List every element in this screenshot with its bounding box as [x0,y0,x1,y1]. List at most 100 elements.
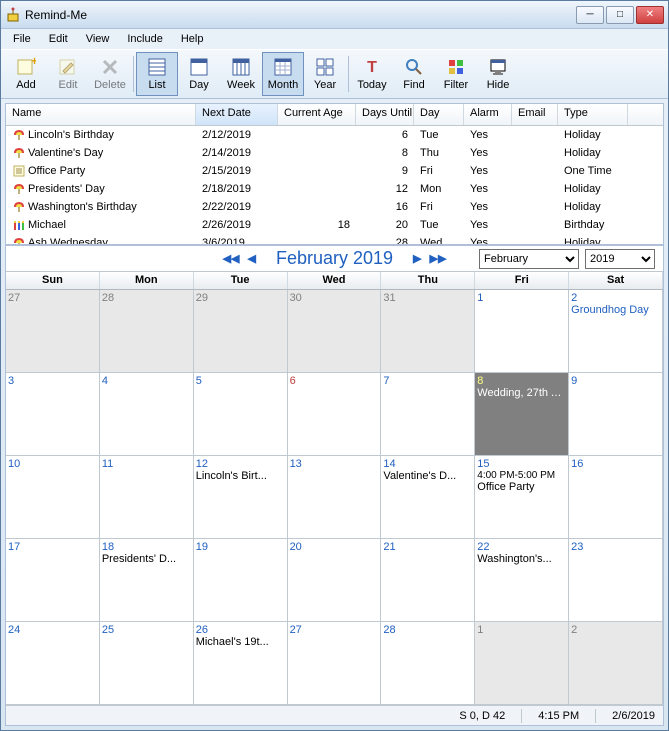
calendar-event[interactable]: Wedding, 27th Anniversary [477,387,566,399]
menu-view[interactable]: View [78,31,118,47]
menu-file[interactable]: File [5,31,39,47]
calendar-cell[interactable]: 2Groundhog Day [569,290,663,373]
calendar-cell[interactable]: 17 [6,539,100,622]
calendar-cell[interactable]: 27 [288,622,382,705]
titlebar[interactable]: Remind-Me ─ □ ✕ [1,1,668,29]
list-row[interactable]: Ash Wednesday3/6/201928WedYesHoliday [6,234,663,244]
calendar-event[interactable]: Washington's... [477,553,566,565]
year-select[interactable]: 2019 [585,249,655,269]
window-title: Remind-Me [25,8,576,22]
month-icon [273,57,293,77]
calendar-cell[interactable]: 30 [288,290,382,373]
calendar-cell[interactable]: 25 [100,622,194,705]
column-email[interactable]: Email [512,104,558,125]
maximize-button[interactable]: □ [606,6,634,24]
week-button[interactable]: Week [220,52,262,96]
calendar-cell[interactable]: 24 [6,622,100,705]
calendar-cell[interactable]: 22Washington's... [475,539,569,622]
calendar-cell[interactable]: 19 [194,539,288,622]
calendar-cell[interactable]: 28 [381,622,475,705]
day-header-tue: Tue [194,272,288,289]
calendar-cell[interactable]: 21 [381,539,475,622]
note-icon [12,164,26,178]
menu-edit[interactable]: Edit [41,31,76,47]
list-button[interactable]: List [136,52,178,96]
day-button[interactable]: Day [178,52,220,96]
column-type[interactable]: Type [558,104,628,125]
calendar-cell[interactable]: 1 [475,290,569,373]
column-days-until[interactable]: Days Until [356,104,414,125]
filter-icon [446,57,466,77]
calendar-cell[interactable]: 23 [569,539,663,622]
column-current-age[interactable]: Current Age [278,104,356,125]
prev-year-button[interactable]: ◀◀ [223,252,240,265]
calendar-event[interactable]: Presidents' D... [102,553,191,565]
calendar-cell[interactable]: 20 [288,539,382,622]
hide-button[interactable]: Hide [477,52,519,96]
calendar-cell[interactable]: 27 [6,290,100,373]
list-row[interactable]: Washington's Birthday2/22/201916FriYesHo… [6,198,663,216]
next-month-button[interactable]: ▶ [413,252,421,265]
month-select[interactable]: February [479,249,579,269]
minimize-button[interactable]: ─ [576,6,604,24]
calendar-selects: February 2019 [479,249,655,269]
add-button[interactable]: +Add [5,52,47,96]
calendar-cell[interactable]: 1 [475,622,569,705]
calendar-cell[interactable]: 26Michael's 19t... [194,622,288,705]
calendar-cell[interactable]: 29 [194,290,288,373]
calendar-cell[interactable]: 4 [100,373,194,456]
calendar-cell[interactable]: 3 [6,373,100,456]
prev-month-button[interactable]: ◀ [247,252,255,265]
menu-include[interactable]: Include [119,31,170,47]
filter-button[interactable]: Filter [435,52,477,96]
month-button[interactable]: Month [262,52,304,96]
column-next-date[interactable]: Next Date [196,104,278,125]
calendar-cell[interactable]: 16 [569,456,663,539]
list-body[interactable]: Lincoln's Birthday2/12/20196TueYesHolida… [6,126,663,244]
menu-help[interactable]: Help [173,31,212,47]
list-row[interactable]: Valentine's Day2/14/20198ThuYesHoliday [6,144,663,162]
close-button[interactable]: ✕ [636,6,664,24]
list-row[interactable]: Presidents' Day2/18/201912MonYesHoliday [6,180,663,198]
add-icon: + [16,57,36,77]
calendar-cell[interactable]: 10 [6,456,100,539]
find-button[interactable]: Find [393,52,435,96]
next-year-button[interactable]: ▶▶ [430,252,447,265]
calendar-day-header: SunMonTueWedThuFriSat [6,272,663,290]
column-alarm[interactable]: Alarm [464,104,512,125]
delete-icon [100,57,120,77]
calendar-cell[interactable]: 11 [100,456,194,539]
calendar-event[interactable]: Groundhog Day [571,304,660,316]
day-header-sat: Sat [569,272,663,289]
list-row[interactable]: Lincoln's Birthday2/12/20196TueYesHolida… [6,126,663,144]
calendar-cell[interactable]: 18Presidents' D... [100,539,194,622]
calendar-cell[interactable]: 14Valentine's D... [381,456,475,539]
year-button[interactable]: Year [304,52,346,96]
find-icon [404,57,424,77]
calendar-cell[interactable]: 5 [194,373,288,456]
window-buttons: ─ □ ✕ [576,6,664,24]
week-icon [231,57,251,77]
calendar-event[interactable]: Lincoln's Birt... [196,470,285,482]
calendar-cell[interactable]: 9 [569,373,663,456]
column-name[interactable]: Name [6,104,196,125]
calendar-cell[interactable]: 12Lincoln's Birt... [194,456,288,539]
calendar-cell[interactable]: 2 [569,622,663,705]
calendar-event[interactable]: Valentine's D... [383,470,472,482]
calendar-cell[interactable]: 31 [381,290,475,373]
calendar-event[interactable]: Michael's 19t... [196,636,285,648]
column-day[interactable]: Day [414,104,464,125]
calendar-cell[interactable]: 154:00 PM-5:00 PMOffice Party [475,456,569,539]
calendar-event[interactable]: Office Party [477,481,566,493]
umbrella-icon [12,128,26,142]
calendar-cell[interactable]: 28 [100,290,194,373]
calendar-cell[interactable]: 13 [288,456,382,539]
calendar-cell[interactable]: 6 [288,373,382,456]
calendar-cell[interactable]: 8Wedding, 27th Anniversary [475,373,569,456]
list-row[interactable]: Office Party2/15/20199FriYesOne Time [6,162,663,180]
hide-icon [488,57,508,77]
today-button[interactable]: TToday [351,52,393,96]
list-row[interactable]: Michael2/26/20191820TueYesBirthday [6,216,663,234]
calendar-event[interactable]: 4:00 PM-5:00 PM [477,470,566,481]
calendar-cell[interactable]: 7 [381,373,475,456]
